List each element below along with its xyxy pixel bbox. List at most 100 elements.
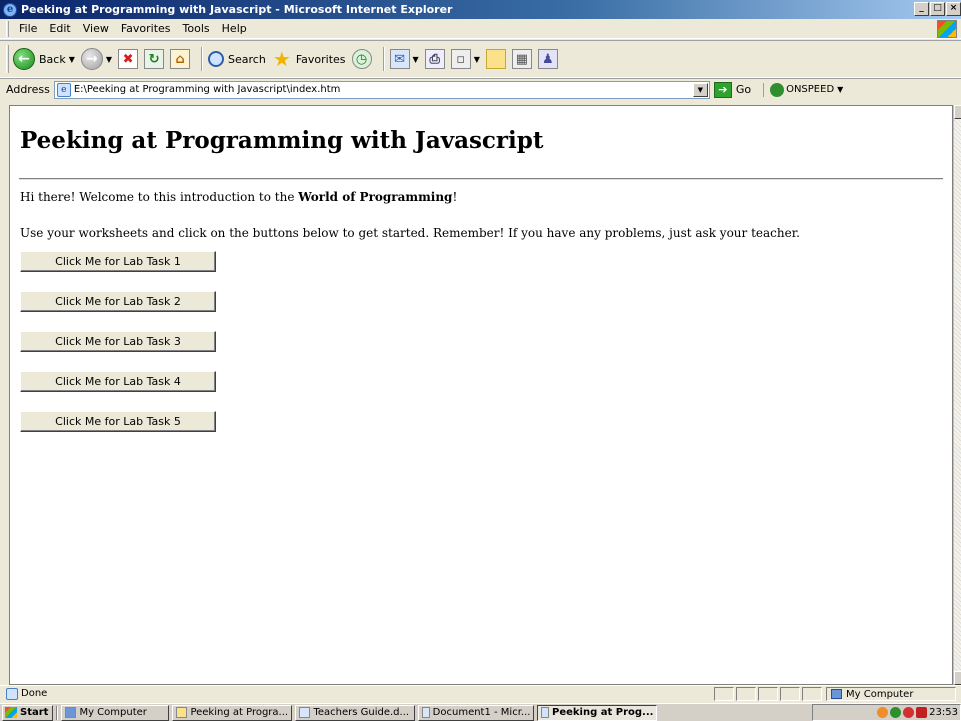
status-pane — [802, 687, 822, 701]
tray-icon[interactable] — [877, 707, 889, 718]
menu-view[interactable]: View — [77, 22, 115, 35]
task-teachers-guide[interactable]: Teachers Guide.d... — [295, 704, 416, 721]
welcome-suffix: ! — [452, 190, 458, 204]
search-button[interactable]: Search — [208, 51, 266, 67]
favorites-button[interactable]: ★ Favorites — [272, 47, 346, 71]
status-pane — [780, 687, 800, 701]
home-button[interactable]: ⌂ — [170, 49, 191, 69]
menu-tools[interactable]: Tools — [177, 22, 216, 35]
menu-edit[interactable]: Edit — [43, 22, 76, 35]
toolbar-grip[interactable] — [6, 45, 9, 73]
history-icon: ◷ — [351, 49, 372, 69]
status-panes — [714, 687, 822, 701]
address-label: Address — [6, 83, 50, 96]
tray-icon[interactable] — [890, 707, 902, 718]
status-text: Done — [21, 688, 48, 699]
minimize-button[interactable]: _ — [914, 2, 929, 16]
system-tray: 23:53 — [812, 704, 961, 721]
chevron-down-icon[interactable]: ▼ — [474, 55, 480, 64]
chevron-down-icon[interactable]: ▼ — [413, 55, 419, 64]
research-icon: ▦ — [511, 49, 532, 69]
print-button[interactable]: ⎙ — [424, 49, 445, 69]
edit-button[interactable]: ▫ ▼ — [450, 49, 480, 69]
divider — [19, 178, 943, 180]
toolbar-separator — [201, 47, 204, 71]
search-label: Search — [228, 52, 266, 66]
address-field[interactable]: e ▼ — [53, 80, 710, 99]
word-document-icon — [299, 707, 311, 718]
my-computer-icon — [831, 689, 842, 699]
back-button[interactable]: ← Back ▼ — [13, 48, 75, 70]
my-computer-icon — [65, 707, 77, 718]
printer-icon: ⎙ — [424, 49, 445, 69]
research-button[interactable]: ▦ — [511, 49, 532, 69]
lab-task-5-button[interactable]: Click Me for Lab Task 5 — [20, 411, 216, 432]
ie-icon — [541, 707, 550, 718]
menu-file[interactable]: File — [13, 22, 43, 35]
chevron-down-icon[interactable]: ▼ — [69, 55, 75, 64]
task-label: Teachers Guide.d... — [313, 707, 410, 718]
go-label: Go — [735, 83, 752, 96]
stop-icon: ✖ — [118, 49, 139, 69]
windows-logo-icon — [937, 20, 957, 38]
refresh-button[interactable]: ↻ — [144, 49, 165, 69]
start-button[interactable]: Start — [2, 704, 54, 721]
menu-help[interactable]: Help — [216, 22, 253, 35]
maximize-button[interactable]: □ — [930, 2, 945, 16]
refresh-icon: ↻ — [144, 49, 165, 69]
lab-task-4-button[interactable]: Click Me for Lab Task 4 — [20, 371, 216, 392]
lab-task-1-button[interactable]: Click Me for Lab Task 1 — [20, 251, 216, 272]
task-ie-active[interactable]: Peeking at Prog... — [537, 704, 658, 721]
clock: 23:53 — [929, 707, 958, 718]
task-my-computer[interactable]: My Computer — [61, 704, 170, 721]
status-pane — [758, 687, 778, 701]
standard-toolbar: ← Back ▼ → ▼ ✖ ↻ ⌂ Search ★ Favorites ◷ … — [0, 40, 961, 78]
address-input[interactable] — [73, 84, 684, 95]
task-folder[interactable]: Peeking at Progra... — [172, 704, 293, 721]
folder-icon — [485, 49, 506, 69]
star-icon: ★ — [272, 47, 291, 71]
toolbar-grip[interactable] — [6, 20, 9, 37]
page-viewport: Peeking at Programming with Javascript H… — [9, 105, 953, 685]
taskbar-separator — [56, 705, 59, 720]
folder-button[interactable] — [485, 49, 506, 69]
window-titlebar[interactable]: e Peeking at Programming with Javascript… — [0, 0, 961, 19]
mail-button[interactable]: ✉ ▼ — [389, 49, 419, 69]
menu-bar: File Edit View Favorites Tools Help — [0, 19, 961, 39]
task-label: Document1 - Micr... — [432, 707, 531, 718]
chevron-down-icon[interactable]: ▼ — [837, 85, 843, 94]
menu-favorites[interactable]: Favorites — [115, 22, 177, 35]
status-pane — [736, 687, 756, 701]
task-label: My Computer — [79, 707, 147, 718]
taskbar: Start My Computer Peeking at Progra... T… — [0, 703, 961, 721]
messenger-button[interactable]: ♟ — [537, 49, 558, 69]
stop-button[interactable]: ✖ — [118, 49, 139, 69]
close-button[interactable]: × — [946, 2, 961, 16]
go-button[interactable]: ➔ Go — [713, 81, 752, 98]
vertical-scrollbar[interactable] — [953, 105, 961, 685]
lab-task-2-button[interactable]: Click Me for Lab Task 2 — [20, 291, 216, 312]
go-arrow-icon: ➔ — [713, 81, 732, 98]
lab-task-3-button[interactable]: Click Me for Lab Task 3 — [20, 331, 216, 352]
welcome-text: Hi there! Welcome to this introduction t… — [20, 190, 952, 204]
welcome-prefix: Hi there! Welcome to this introduction t… — [20, 190, 299, 204]
task-document1[interactable]: Document1 - Micr... — [418, 704, 535, 721]
start-label: Start — [20, 707, 49, 718]
tray-icon[interactable] — [903, 707, 915, 718]
welcome-bold: World of Programming — [298, 190, 453, 204]
status-pane — [714, 687, 734, 701]
window-title: Peeking at Programming with Javascript -… — [21, 3, 453, 16]
page-icon: e — [56, 82, 71, 97]
address-dropdown-button[interactable]: ▼ — [692, 82, 708, 97]
tray-icon[interactable] — [916, 707, 928, 718]
onspeed-toolbar[interactable]: ONSPEED ▼ — [763, 82, 843, 97]
ie-icon: e — [3, 2, 17, 17]
back-arrow-icon: ← — [13, 48, 35, 70]
history-button[interactable]: ◷ — [351, 49, 372, 69]
scroll-down-button[interactable] — [954, 671, 961, 685]
forward-button[interactable]: → ▼ — [80, 48, 112, 70]
status-bar: Done My Computer — [0, 685, 961, 701]
scroll-up-button[interactable] — [954, 105, 961, 119]
security-zone: My Computer — [826, 687, 956, 701]
chevron-down-icon[interactable]: ▼ — [106, 55, 112, 64]
